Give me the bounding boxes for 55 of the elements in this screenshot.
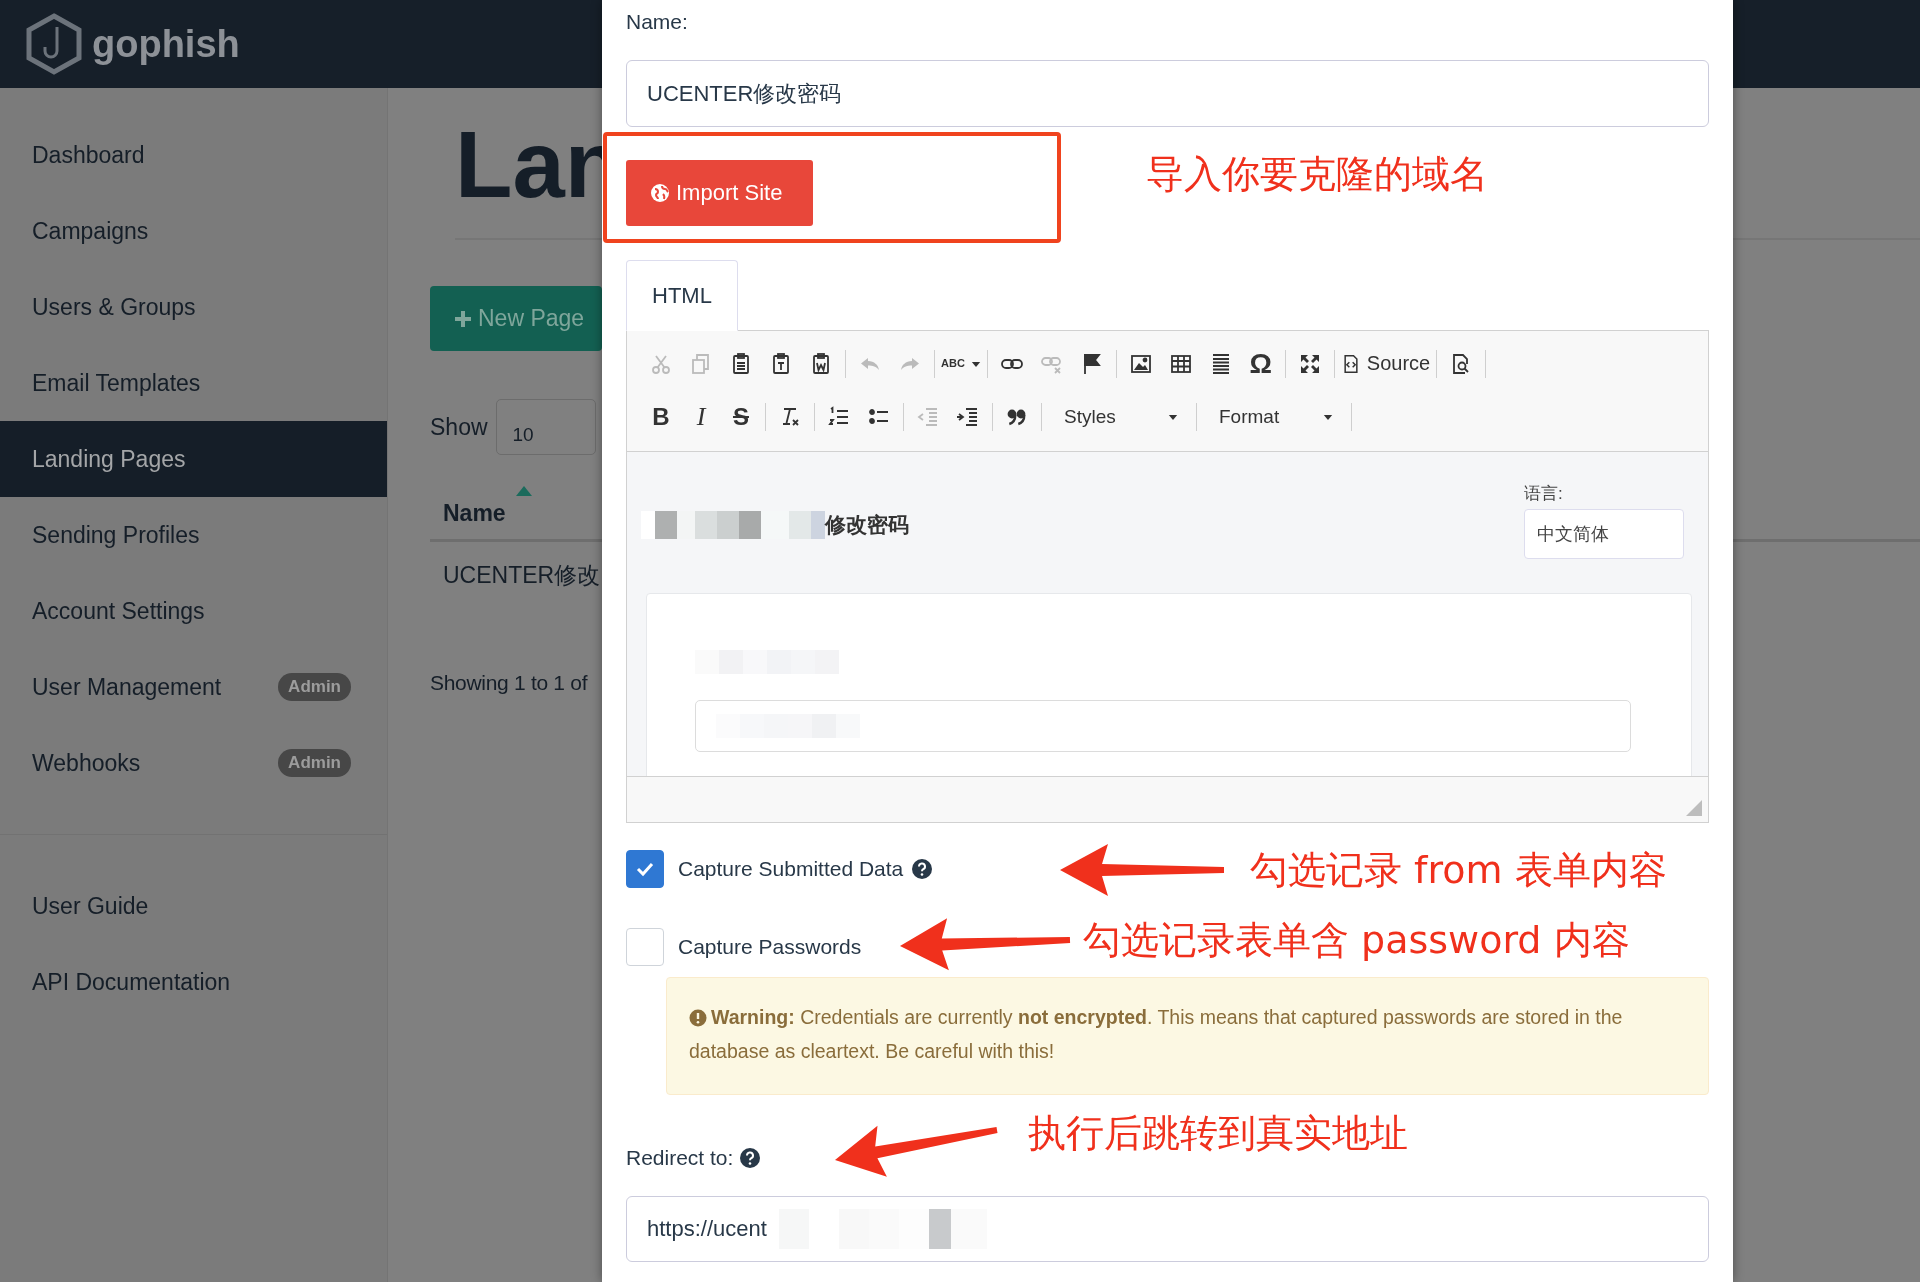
language-select[interactable]: 中文简体 [1524, 509, 1684, 559]
resize-grip-icon[interactable] [1686, 800, 1702, 816]
sidebar-item[interactable]: Email Templates [0, 345, 387, 421]
page-size-select[interactable]: 10 [495, 399, 596, 455]
checkbox[interactable] [626, 850, 664, 888]
sidebar-item[interactable]: Dashboard [0, 117, 387, 193]
arrow-icon [1060, 844, 1224, 896]
arrow-icon [835, 1125, 998, 1177]
plus-icon [454, 309, 472, 328]
sidebar-item[interactable]: Users & Groups [0, 269, 387, 345]
name-label: Name: [626, 9, 689, 35]
warning-message: Warning: Credentials are currently not encrypted. This means that captured passwords are stored in the database as cleartext. Be careful with this! [666, 977, 1709, 1095]
table-cell-text: UCENTER修改 [442, 561, 602, 590]
column-header[interactable]: Name [443, 500, 506, 539]
input-field[interactable] [695, 700, 1631, 752]
check-icon [635, 861, 655, 877]
import-site-button[interactable]: Import Site [626, 160, 813, 226]
sidebar-item[interactable]: Webhooks Admin [0, 725, 387, 801]
name-field[interactable]: UCENTER修改密码 [626, 60, 1709, 127]
globe-icon [650, 183, 670, 203]
format-button[interactable]: B [641, 396, 681, 437]
admin-badge: Admin [278, 749, 351, 777]
preview-heading: 修改密码 [825, 511, 909, 538]
sidebar-item[interactable]: Landing Pages [0, 421, 387, 497]
sidebar-item[interactable]: User Management Admin [0, 649, 387, 725]
checkbox-label: Capture Submitted Data [678, 857, 904, 881]
app-logo[interactable]: gophish [92, 22, 240, 66]
annotation-text: 执行后跳转到真实地址 [1028, 1110, 1408, 1157]
format-button[interactable]: S [721, 396, 761, 437]
new-page-button[interactable]: New Page [430, 286, 602, 351]
sidebar-item[interactable]: Campaigns [0, 193, 387, 269]
exclamation-icon [689, 1009, 707, 1027]
format-dropdown[interactable]: Format [1201, 396, 1347, 437]
format-dropdown[interactable]: Styles [1046, 396, 1192, 437]
hexagon-hook-icon [24, 13, 84, 75]
format-button[interactable]: I [681, 396, 721, 437]
sidebar-link[interactable]: API Documentation [0, 944, 387, 1020]
format-button[interactable]: Ω [1240, 343, 1281, 384]
redirect-field[interactable]: https://ucent [626, 1196, 1709, 1262]
admin-badge: Admin [278, 673, 351, 701]
sidebar-item[interactable]: Sending Profiles [0, 497, 387, 573]
sidebar-item[interactable]: Account Settings [0, 573, 387, 649]
table-info: Showing 1 to 1 of [430, 671, 589, 695]
annotation-text: 勾选记录表单含 password 内容 [1083, 917, 1630, 964]
annotation-text: 导入你要克隆的域名 [1146, 151, 1488, 198]
spellcheck-button[interactable]: ABC [939, 343, 983, 384]
show-label: Show [430, 413, 488, 441]
checkbox-label: Capture Passwords [678, 935, 862, 959]
annotation-text: 勾选记录 from 表单内容 [1250, 847, 1667, 894]
arrow-icon [900, 918, 1071, 971]
source-button[interactable]: Source [1338, 343, 1433, 384]
editor-tab[interactable]: HTML [626, 260, 738, 331]
redirect-label: Redirect to: [626, 1145, 734, 1171]
sidebar-link[interactable]: User Guide [0, 868, 387, 944]
language-label: 语言: [1524, 483, 1564, 505]
